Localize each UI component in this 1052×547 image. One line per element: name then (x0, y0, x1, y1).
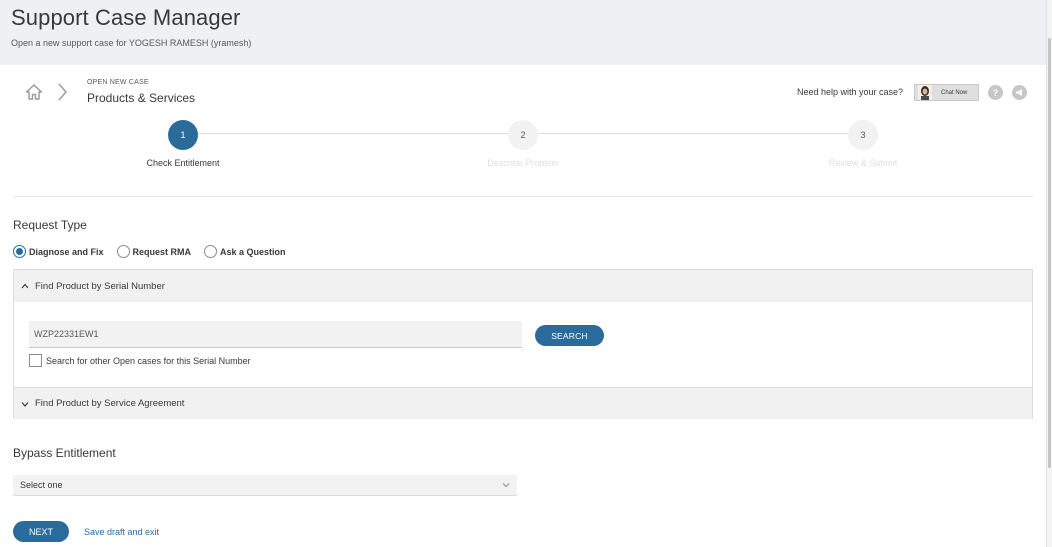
request-type-title: Request Type (13, 218, 87, 232)
radio-label: Request RMA (132, 246, 192, 257)
page-title: Products & Services (87, 91, 196, 105)
step-1-circle: 1 (168, 120, 198, 150)
radio-button[interactable] (13, 245, 26, 258)
search-open-cases-label: Search for other Open cases for this Ser… (46, 355, 251, 366)
radio-label: Diagnose and Fix (29, 246, 104, 257)
help-question-icon[interactable]: ? (988, 85, 1003, 100)
stepper-connector (198, 133, 508, 134)
radio-request-rma[interactable]: Request RMA (116, 245, 192, 258)
search-open-cases-checkbox[interactable] (29, 354, 42, 367)
request-type-radio-group: Diagnose and Fix Request RMA Ask a Quest… (13, 245, 299, 258)
bypass-entitlement-select[interactable]: Select one (13, 475, 517, 496)
radio-diagnose-and-fix[interactable]: Diagnose and Fix (13, 245, 104, 258)
find-by-agreement-header[interactable]: Find Product by Service Agreement (14, 387, 1032, 419)
step-3-circle: 3 (848, 120, 878, 150)
chevron-right-icon (58, 83, 67, 101)
step-2-circle: 2 (508, 120, 538, 150)
find-product-panel: Find Product by Serial Number SEARCH Sea… (13, 269, 1033, 419)
chat-now-button[interactable]: Chat Now (914, 84, 979, 101)
home-icon[interactable] (25, 83, 43, 101)
chat-agent-avatar (918, 85, 932, 100)
help-text: Need help with your case? (797, 87, 904, 97)
breadcrumb-label: OPEN NEW CASE (87, 79, 149, 86)
radio-button[interactable] (204, 245, 218, 258)
app-title: Support Case Manager (11, 5, 241, 30)
step-1-label: Check Entitlement (146, 158, 220, 168)
next-button[interactable]: NEXT (13, 521, 69, 542)
find-by-agreement-title: Find Product by Service Agreement (35, 398, 185, 409)
serial-number-input[interactable] (29, 321, 522, 348)
chat-now-label: Chat Now (941, 89, 968, 96)
app-subtitle: Open a new support case for YOGESH RAMES… (11, 38, 252, 48)
scrollbar[interactable] (1046, 0, 1052, 547)
scrollbar-thumb[interactable] (1048, 38, 1051, 468)
chevron-up-icon (21, 283, 29, 289)
stepper-connector (538, 133, 848, 134)
find-by-serial-title: Find Product by Serial Number (35, 280, 165, 292)
select-value: Select one (20, 480, 63, 490)
find-by-serial-header[interactable]: Find Product by Serial Number (14, 270, 1032, 302)
search-button[interactable]: SEARCH (535, 325, 604, 346)
section-divider (13, 196, 1033, 197)
chevron-down-icon (21, 401, 29, 407)
radio-ask-a-question[interactable]: Ask a Question (204, 245, 286, 258)
chevron-down-icon (502, 483, 510, 488)
save-draft-link[interactable]: Save draft and exit (84, 527, 159, 537)
megaphone-icon[interactable] (1012, 85, 1027, 100)
bypass-entitlement-title: Bypass Entitlement (13, 446, 116, 460)
search-open-cases-option[interactable]: Search for other Open cases for this Ser… (29, 354, 251, 367)
radio-button[interactable] (116, 245, 130, 258)
step-3-label: Review & Submit (828, 158, 898, 168)
step-2-label: Describe Problem (487, 158, 559, 168)
page-header: Support Case Manager Open a new support … (0, 0, 1046, 65)
radio-label: Ask a Question (220, 246, 286, 257)
